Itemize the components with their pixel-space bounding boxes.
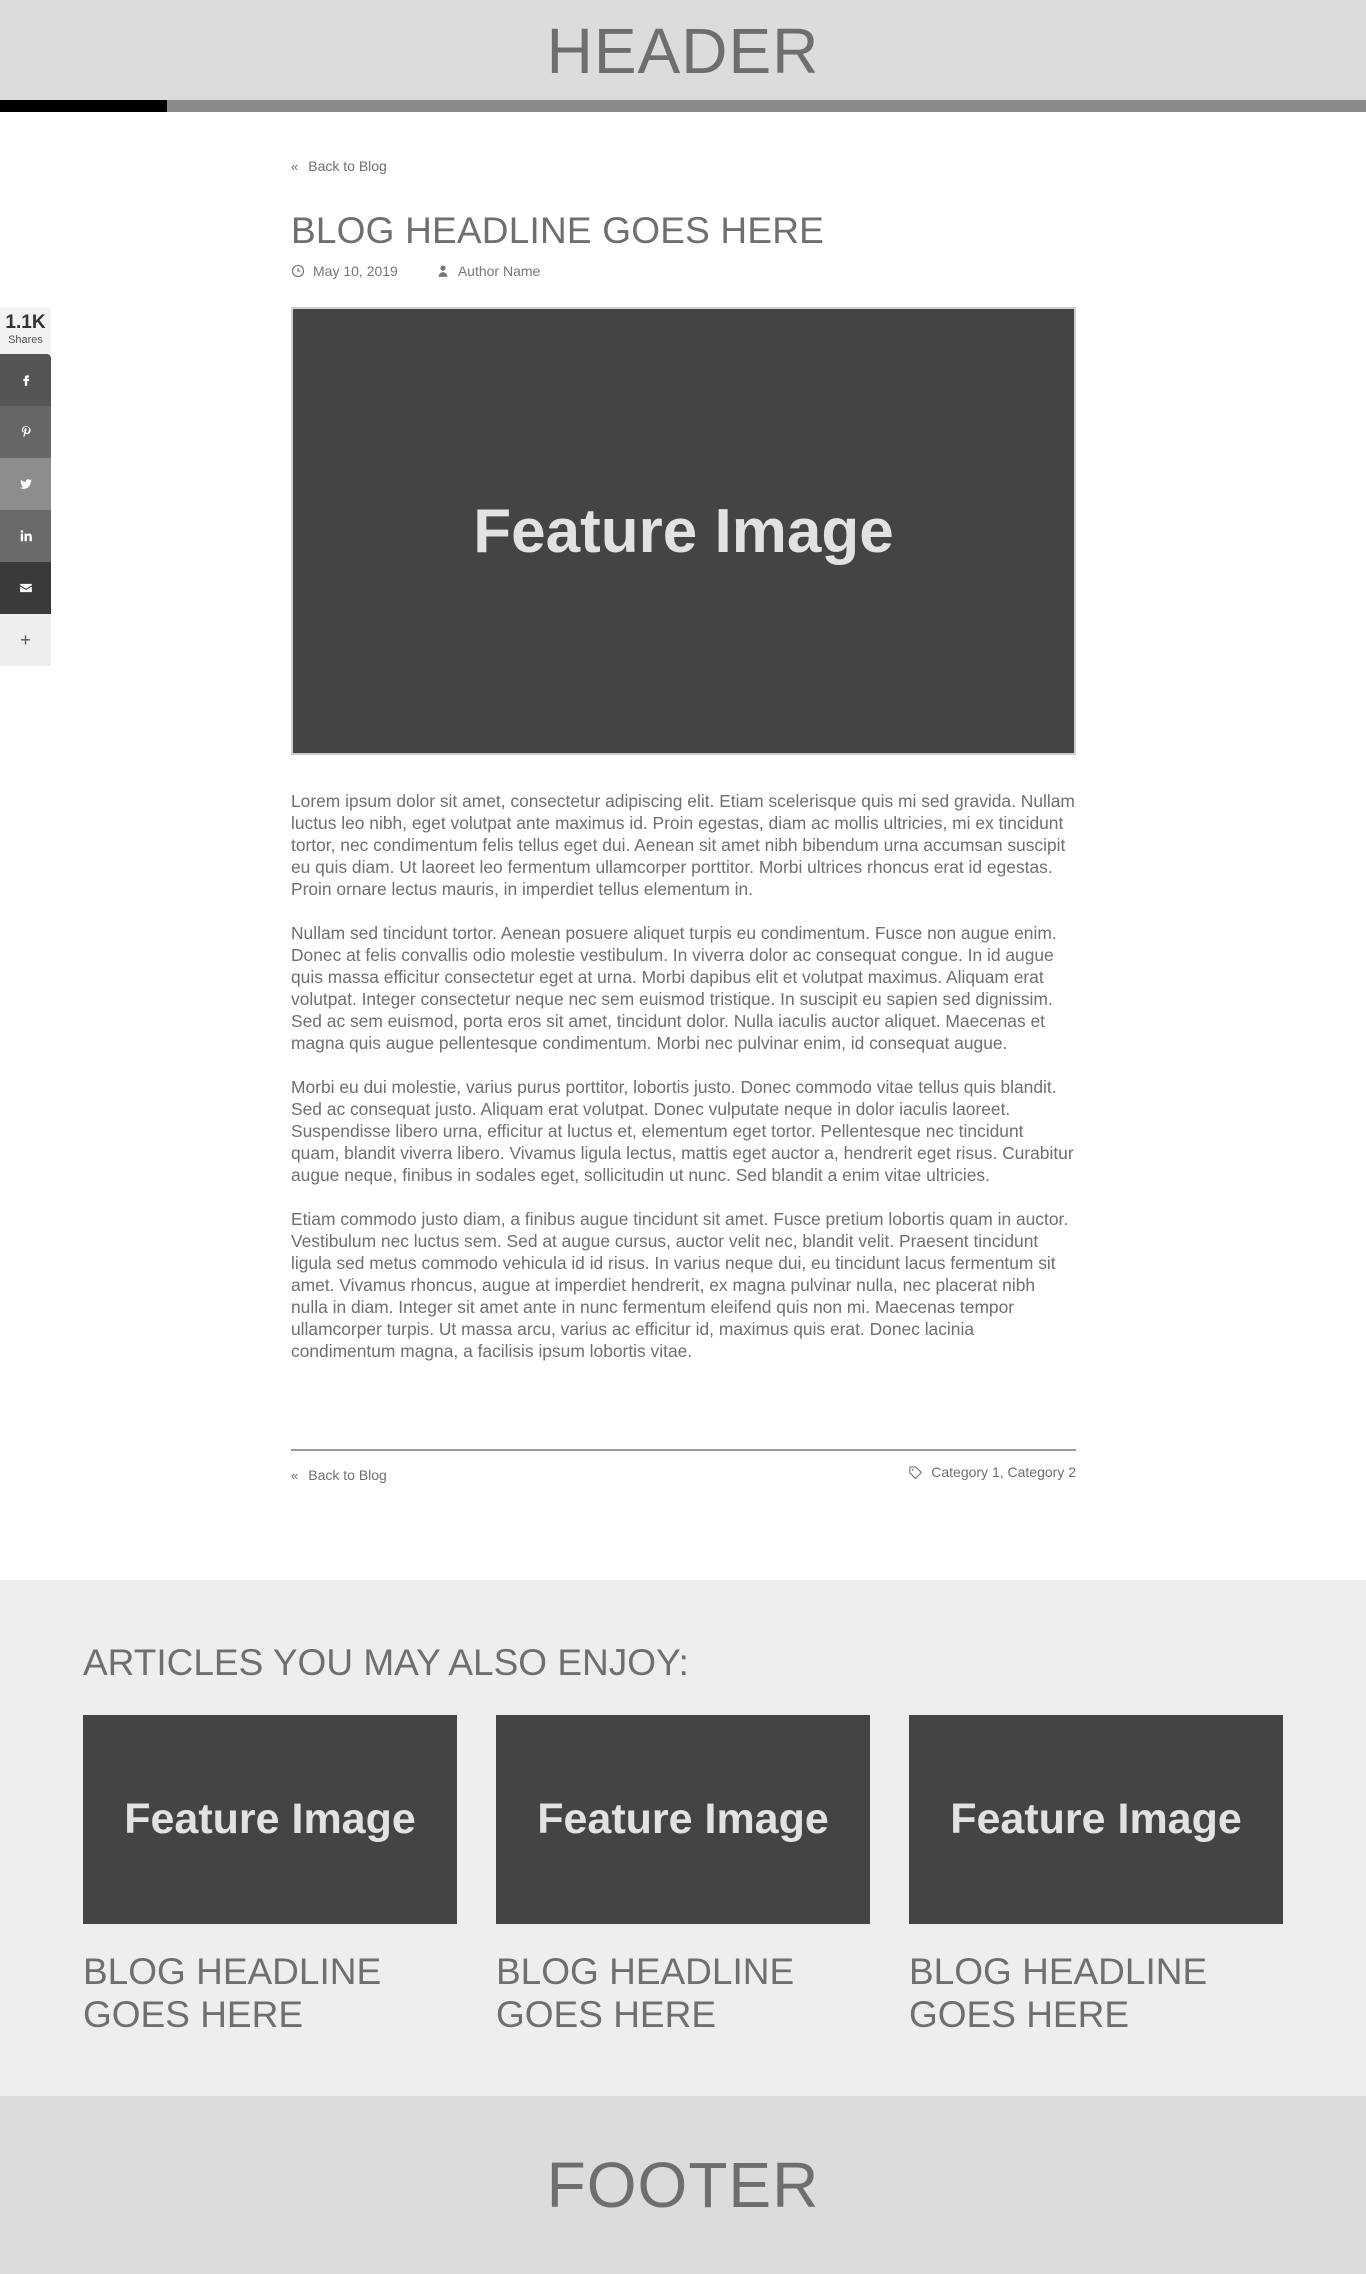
back-to-blog-label: Back to Blog <box>308 1467 387 1483</box>
share-sidebar: 1.1K Shares + <box>0 307 51 666</box>
related-feature-image[interactable]: Feature Image <box>909 1715 1283 1924</box>
related-article-headline[interactable]: BLOG HEADLINE GOES HERE <box>83 1950 457 2036</box>
back-to-blog-label: Back to Blog <box>308 158 387 174</box>
share-count-box: 1.1K Shares <box>0 307 51 354</box>
site-header: HEADER <box>0 0 1366 100</box>
tag-icon <box>909 1465 923 1479</box>
site-footer: FOOTER <box>0 2096 1366 2274</box>
email-share-button[interactable] <box>0 562 51 614</box>
double-chevron-left-icon: « <box>291 1467 299 1483</box>
reading-progress-bar <box>0 100 1366 112</box>
back-to-blog-link-top[interactable]: « Back to Blog <box>291 158 387 174</box>
share-count-label: Shares <box>8 334 43 346</box>
related-feature-image-label: Feature Image <box>950 1795 1242 1843</box>
article-categories[interactable]: Category 1, Category 2 <box>908 1464 1076 1480</box>
clock-icon <box>291 264 305 278</box>
double-chevron-left-icon: « <box>291 158 299 174</box>
article-author: Author Name <box>436 263 540 279</box>
date-text: May 10, 2019 <box>313 263 398 279</box>
related-feature-image[interactable]: Feature Image <box>496 1715 870 1924</box>
linkedin-share-button[interactable] <box>0 510 51 562</box>
article-divider <box>291 1449 1076 1451</box>
pinterest-icon <box>21 426 31 438</box>
share-count: 1.1K <box>5 312 46 333</box>
facebook-share-button[interactable] <box>0 354 51 406</box>
more-share-button[interactable]: + <box>0 614 51 666</box>
page-title: BLOG HEADLINE GOES HERE <box>291 210 825 251</box>
article-paragraph: Morbi eu dui molestie, varius purus port… <box>291 1077 1074 1185</box>
twitter-icon <box>19 479 32 489</box>
reading-progress-fill <box>0 100 167 112</box>
related-article-card[interactable]: Feature Image BLOG HEADLINE GOES HERE <box>83 1715 457 2036</box>
related-feature-image[interactable]: Feature Image <box>83 1715 457 1924</box>
article-meta: May 10, 2019 Author Name <box>291 263 578 279</box>
email-icon <box>19 583 32 593</box>
user-icon <box>438 265 448 277</box>
article-paragraph: Lorem ipsum dolor sit amet, consectetur … <box>291 791 1075 899</box>
related-articles-section: ARTICLES YOU MAY ALSO ENJOY: Feature Ima… <box>0 1580 1366 2096</box>
linkedin-icon <box>20 530 32 542</box>
article-date: May 10, 2019 <box>291 263 398 279</box>
categories-text[interactable]: Category 1, Category 2 <box>931 1464 1076 1480</box>
footer-title: FOOTER <box>546 2149 820 2221</box>
article-paragraph: Nullam sed tincidunt tortor. Aenean posu… <box>291 923 1057 1053</box>
pinterest-share-button[interactable] <box>0 406 51 458</box>
header-title: HEADER <box>546 15 820 87</box>
plus-icon: + <box>20 629 31 650</box>
author-text: Author Name <box>457 263 541 279</box>
feature-image: Feature Image <box>291 307 1076 755</box>
twitter-share-button[interactable] <box>0 458 51 510</box>
article-paragraph: Etiam commodo justo diam, a finibus augu… <box>291 1209 1069 1361</box>
article-body: Lorem ipsum dolor sit amet, consectetur … <box>291 790 1076 1384</box>
related-feature-image-label: Feature Image <box>537 1795 829 1843</box>
back-to-blog-link-bottom[interactable]: « Back to Blog <box>291 1467 387 1483</box>
facebook-icon <box>22 375 29 386</box>
related-article-headline[interactable]: BLOG HEADLINE GOES HERE <box>909 1950 1283 2036</box>
related-article-headline[interactable]: BLOG HEADLINE GOES HERE <box>496 1950 870 2036</box>
related-feature-image-label: Feature Image <box>124 1795 416 1843</box>
related-article-card[interactable]: Feature Image BLOG HEADLINE GOES HERE <box>909 1715 1283 2036</box>
related-article-card[interactable]: Feature Image BLOG HEADLINE GOES HERE <box>496 1715 870 2036</box>
feature-image-label: Feature Image <box>473 496 894 566</box>
related-articles-title: ARTICLES YOU MAY ALSO ENJOY: <box>83 1642 689 1683</box>
